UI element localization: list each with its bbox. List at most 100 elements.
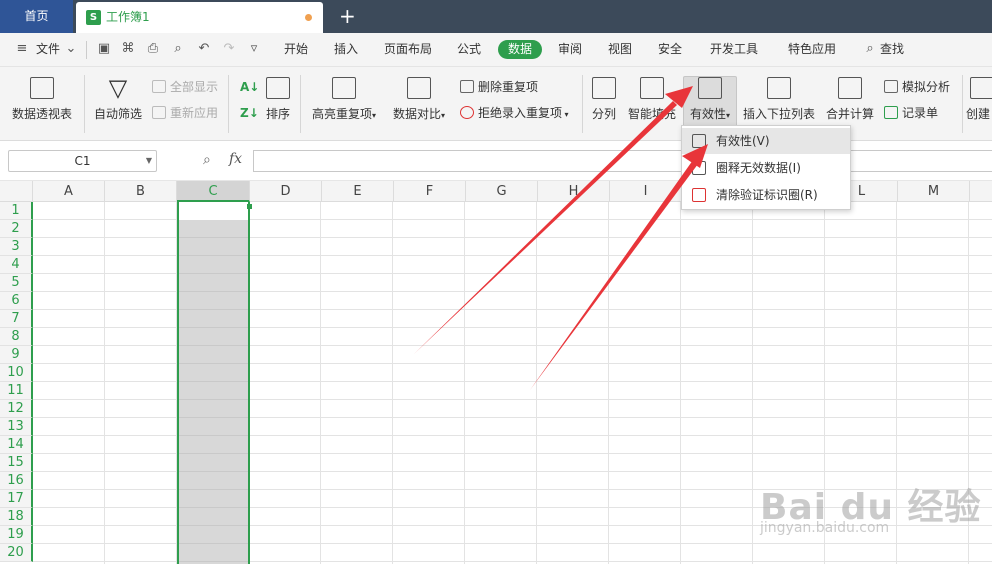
pivot-table-button[interactable]: 数据透视表 xyxy=(10,77,74,122)
redo-icon[interactable]: ↷ xyxy=(221,41,237,57)
validity-button[interactable]: 有效性▾ xyxy=(683,77,737,122)
row-header-2[interactable]: 2 xyxy=(0,220,33,238)
record-form-button[interactable]: 记录单 xyxy=(884,105,938,121)
format-painter-icon[interactable]: ⌘ xyxy=(120,41,136,57)
menu-page-layout[interactable]: 页面布局 xyxy=(384,33,432,65)
insert-dropdown-list-button[interactable]: 插入下拉列表 xyxy=(740,77,818,122)
smart-fill-label: 智能填充 xyxy=(627,107,676,121)
menu-search[interactable]: 查找 xyxy=(880,33,904,65)
customize-toolbar-icon[interactable]: ▿ xyxy=(246,41,262,57)
row-header-1[interactable]: 1 xyxy=(0,202,33,220)
row-header-18[interactable]: 18 xyxy=(0,508,33,526)
function-icon[interactable]: fx xyxy=(229,151,242,167)
row-header-17[interactable]: 17 xyxy=(0,490,33,508)
menu-file[interactable]: 文件 xyxy=(36,33,60,65)
sort-button[interactable]: 排序 xyxy=(262,77,294,122)
menu-divider xyxy=(86,41,87,59)
menu-developer[interactable]: 开发工具 xyxy=(710,33,758,65)
row-header-9[interactable]: 9 xyxy=(0,346,33,364)
row-header-11[interactable]: 11 xyxy=(0,382,33,400)
insert-dropdown-list-label: 插入下拉列表 xyxy=(742,107,815,121)
clear-circles-icon xyxy=(692,188,706,202)
save-icon[interactable]: ▣ xyxy=(96,41,112,57)
selected-column-c[interactable] xyxy=(177,202,250,564)
sort-icon xyxy=(266,77,290,99)
sort-descending-icon[interactable]: Z↓ xyxy=(240,105,259,121)
smart-fill-button[interactable]: 智能填充 xyxy=(624,77,680,122)
row-header-14[interactable]: 14 xyxy=(0,436,33,454)
menu-formula[interactable]: 公式 xyxy=(457,33,481,65)
split-column-button[interactable]: 分列 xyxy=(588,77,620,122)
menu-data[interactable]: 数据 xyxy=(498,40,543,59)
column-header-d[interactable]: D xyxy=(250,181,322,202)
sort-ascending-icon[interactable]: A↓ xyxy=(240,79,259,95)
row-header-8[interactable]: 8 xyxy=(0,328,33,346)
menu-item-validity[interactable]: 有效性(V) xyxy=(682,128,850,154)
column-header-g[interactable]: G xyxy=(466,181,538,202)
row-header-7[interactable]: 7 xyxy=(0,310,33,328)
undo-icon[interactable]: ↶ xyxy=(196,41,212,57)
select-all-corner[interactable] xyxy=(0,181,33,202)
consolidate-label: 合并计算 xyxy=(825,107,874,121)
row-header-19[interactable]: 19 xyxy=(0,526,33,544)
hamburger-icon[interactable]: ≡ xyxy=(14,41,30,57)
column-header-a[interactable]: A xyxy=(33,181,105,202)
search-icon[interactable]: ⌕ xyxy=(862,41,878,57)
formula-input[interactable] xyxy=(253,150,992,172)
create-group-button[interactable]: 创建 xyxy=(966,77,992,122)
remove-duplicates-button[interactable]: 删除重复项 xyxy=(460,79,538,95)
row-header-15[interactable]: 15 xyxy=(0,454,33,472)
menu-insert[interactable]: 插入 xyxy=(334,33,358,65)
active-cell-c1[interactable] xyxy=(179,202,248,220)
consolidate-button[interactable]: 合并计算 xyxy=(824,77,876,122)
chevron-down-icon[interactable]: ⌄ xyxy=(63,41,79,57)
reapply-button[interactable]: 重新应用 xyxy=(152,105,218,121)
row-header-10[interactable]: 10 xyxy=(0,364,33,382)
highlight-duplicates-button[interactable]: 高亮重复项▾ xyxy=(308,77,380,122)
data-compare-button[interactable]: 数据对比▾ xyxy=(388,77,450,122)
menu-security[interactable]: 安全 xyxy=(658,33,682,65)
column-header-f[interactable]: F xyxy=(394,181,466,202)
menu-home[interactable]: 开始 xyxy=(284,33,308,65)
menu-view[interactable]: 视图 xyxy=(608,33,632,65)
autofilter-button[interactable]: ▽ 自动筛选 xyxy=(92,76,144,122)
tab-home[interactable]: 首页 xyxy=(0,0,73,33)
column-header-i[interactable]: I xyxy=(610,181,682,202)
show-all-label: 全部显示 xyxy=(170,80,219,94)
reject-duplicates-button[interactable]: 拒绝录入重复项 ▾ xyxy=(460,105,569,123)
row-header-6[interactable]: 6 xyxy=(0,292,33,310)
row-header-3[interactable]: 3 xyxy=(0,238,33,256)
row-header-16[interactable]: 16 xyxy=(0,472,33,490)
row-header-4[interactable]: 4 xyxy=(0,256,33,274)
data-compare-label: 数据对比 xyxy=(392,107,441,121)
row-header-5[interactable]: 5 xyxy=(0,274,33,292)
column-header-e[interactable]: E xyxy=(322,181,394,202)
menu-special-apps[interactable]: 特色应用 xyxy=(788,33,836,65)
show-all-button[interactable]: 全部显示 xyxy=(152,79,218,95)
new-tab-button[interactable]: + xyxy=(339,0,356,33)
zoom-search-icon[interactable]: ⌕ xyxy=(203,152,211,168)
fill-handle[interactable] xyxy=(247,204,252,209)
menu-item-clear-circles[interactable]: 清除验证标识圈(R) xyxy=(682,182,850,208)
column-header-c[interactable]: C xyxy=(177,181,250,202)
column-header-partial[interactable] xyxy=(970,181,992,202)
column-header-b[interactable]: B xyxy=(105,181,177,202)
tab-workbook1[interactable]: S 工作簿1 xyxy=(76,2,323,33)
what-if-analysis-button[interactable]: 模拟分析 xyxy=(884,79,950,95)
print-icon[interactable]: ⎙ xyxy=(145,41,161,57)
highlight-duplicates-label: 高亮重复项 xyxy=(311,107,372,121)
ribbon-divider xyxy=(84,75,85,133)
menu-item-circle-invalid[interactable]: 圈释无效数据(I) xyxy=(682,155,850,181)
print-preview-icon[interactable]: ⌕ xyxy=(170,41,186,57)
chevron-down-icon[interactable]: ▼ xyxy=(146,151,152,171)
column-header-m[interactable]: M xyxy=(898,181,970,202)
reject-duplicates-label: 拒绝录入重复项 xyxy=(478,106,563,120)
menu-review[interactable]: 审阅 xyxy=(558,33,582,65)
row-header-20[interactable]: 20 xyxy=(0,544,33,562)
row-header-13[interactable]: 13 xyxy=(0,418,33,436)
row-header-12[interactable]: 12 xyxy=(0,400,33,418)
name-box[interactable]: C1 ▼ xyxy=(8,150,157,172)
what-if-analysis-icon xyxy=(884,80,898,93)
title-tab-bar: 首页 S 工作簿1 + xyxy=(0,0,992,33)
column-header-h[interactable]: H xyxy=(538,181,610,202)
